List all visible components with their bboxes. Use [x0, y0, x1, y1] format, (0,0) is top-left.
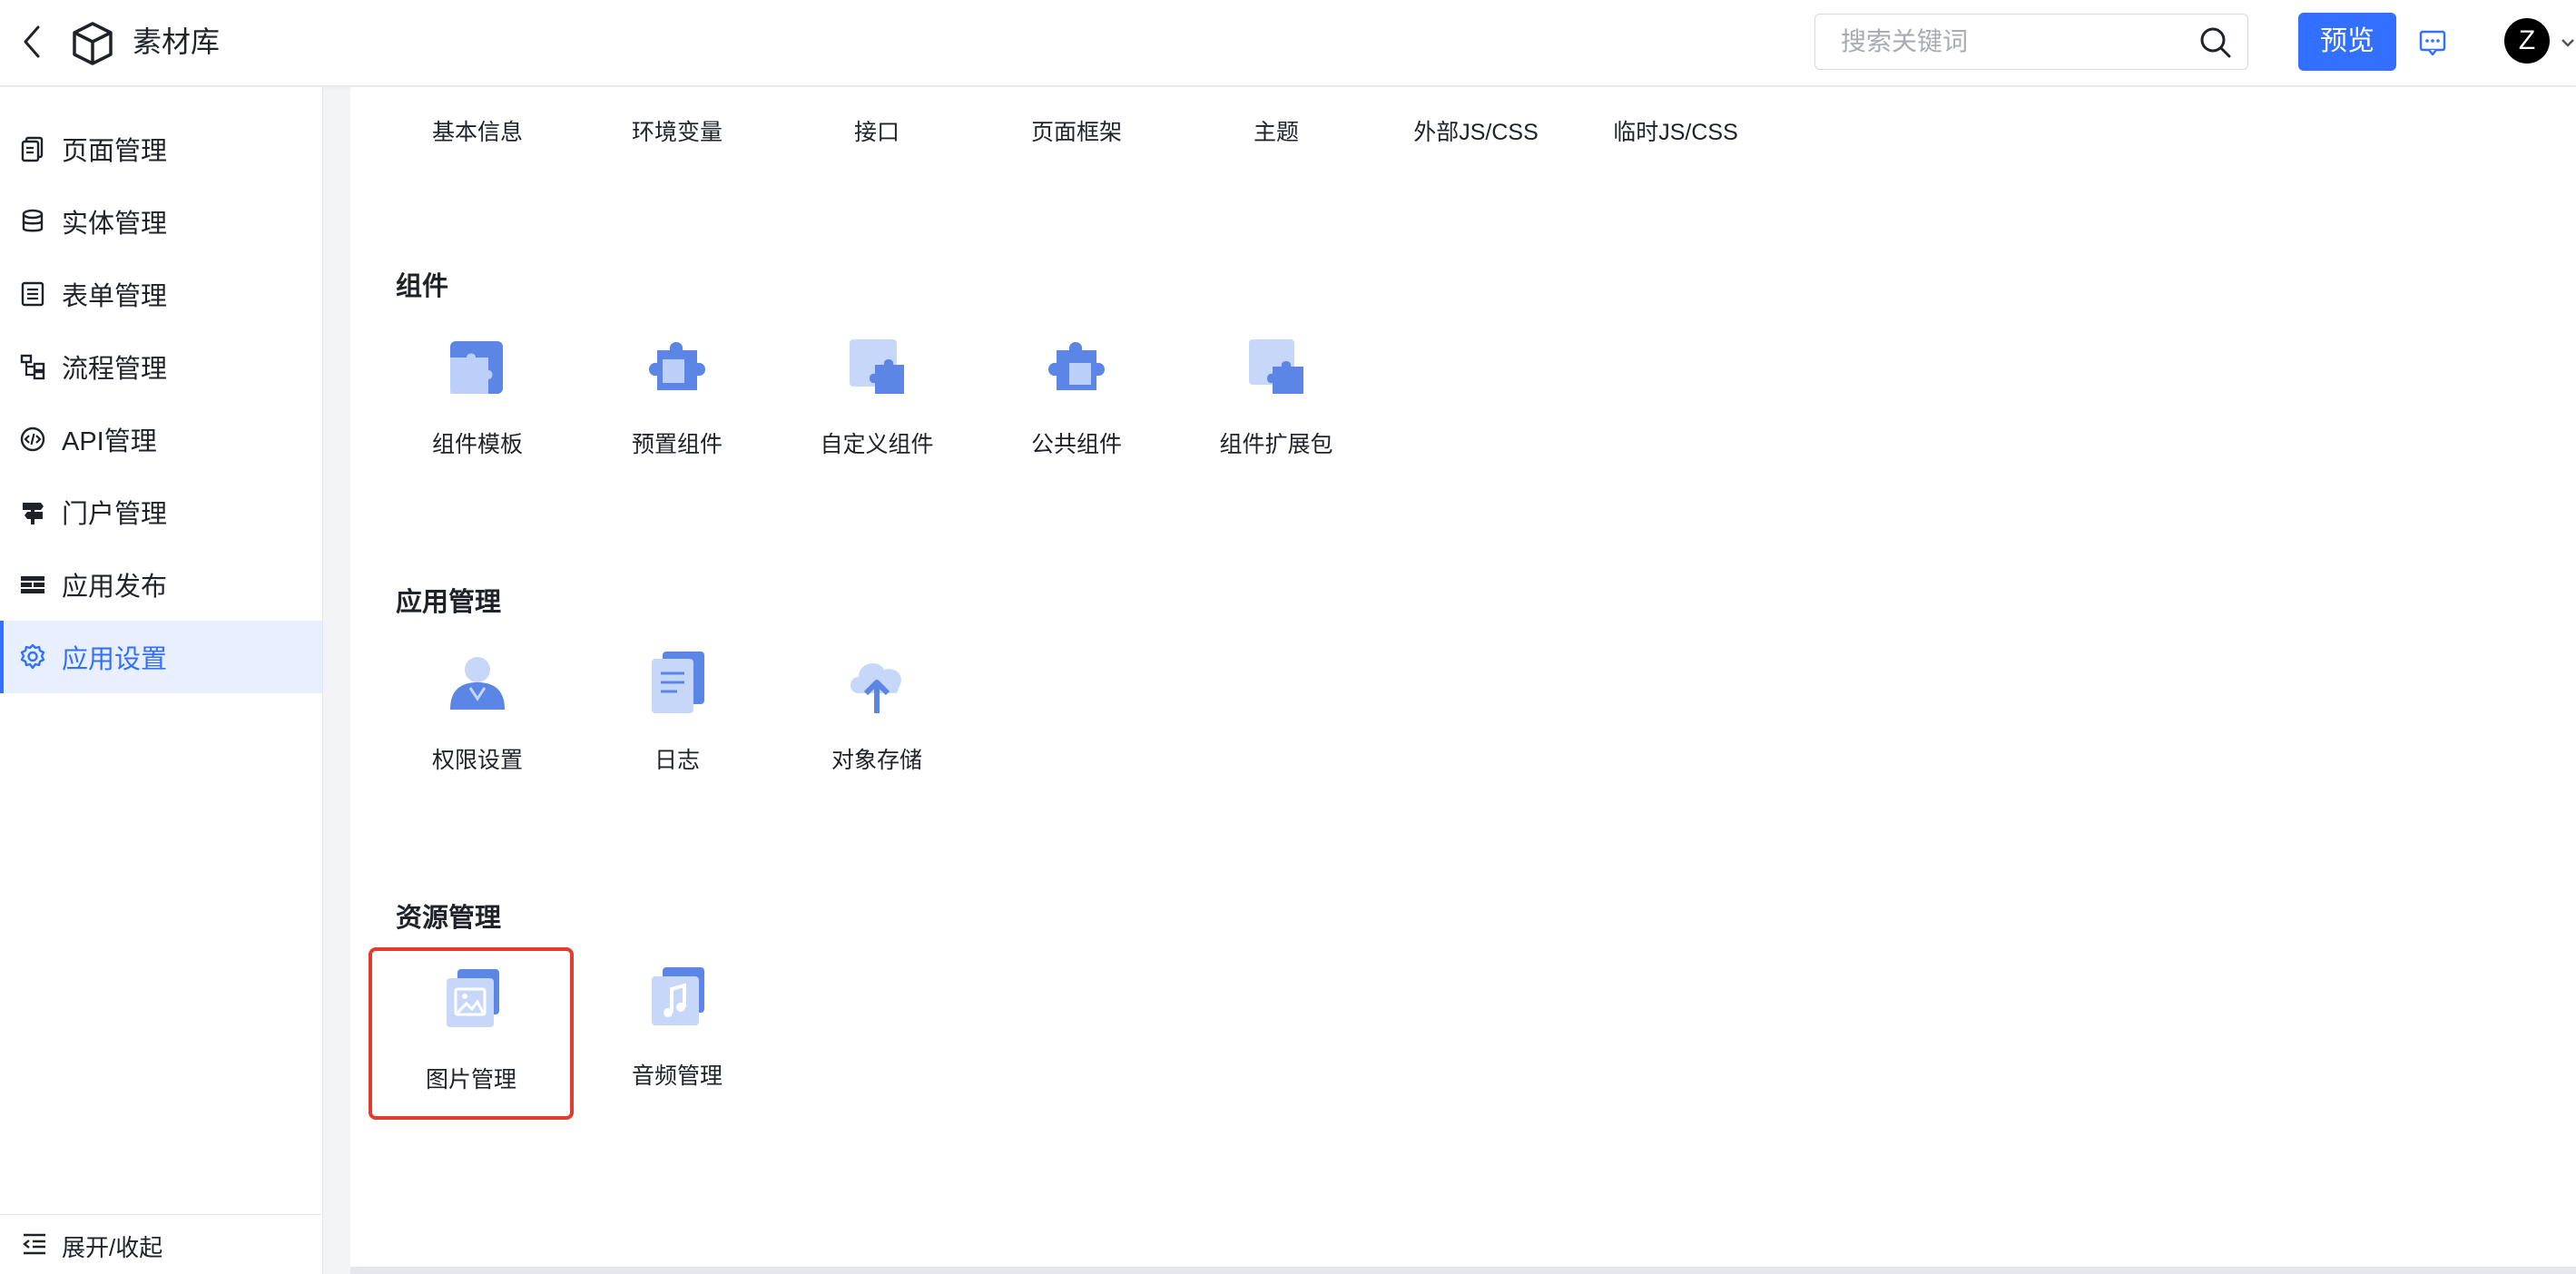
user-permission-icon — [450, 657, 505, 710]
tile-preset-component[interactable]: 预置组件 — [577, 328, 777, 483]
flow-icon — [20, 354, 45, 380]
puzzle-template-icon — [450, 341, 503, 394]
sidebar-item-entities[interactable]: 实体管理 — [0, 185, 322, 258]
sidebar-item-label: 流程管理 — [62, 355, 168, 384]
tile-label: 音频管理 — [631, 1063, 723, 1089]
chevron-down-icon[interactable] — [2560, 36, 2576, 49]
sidebar-item-label: 应用设置 — [62, 645, 168, 674]
sidebar-item-portal[interactable]: 门户管理 — [0, 475, 322, 548]
link-interfaces[interactable]: 接口 — [777, 114, 977, 147]
puzzle-public-icon — [1048, 342, 1105, 390]
sidebar-item-flows[interactable]: 流程管理 — [0, 330, 322, 403]
section-title-app-management: 应用管理 — [396, 588, 502, 617]
preview-button[interactable]: 预览 — [2298, 13, 2396, 71]
settings-link-row: 基本信息 环境变量 接口 页面框架 主题 外部JS/CSS 临时JS/CSS — [350, 87, 2576, 178]
cloud-upload-icon — [850, 663, 901, 713]
section-title-resource-management: 资源管理 — [396, 904, 502, 933]
gear-icon — [20, 643, 45, 670]
user-avatar[interactable]: Z — [2504, 18, 2550, 64]
sidebar-item-pages[interactable]: 页面管理 — [0, 113, 322, 185]
back-arrow-icon[interactable] — [16, 22, 49, 62]
tile-label: 组件扩展包 — [1219, 432, 1333, 457]
top-header: 素材库 预览 Z — [0, 0, 2576, 86]
sidebar-item-api[interactable]: API管理 — [0, 403, 322, 475]
tile-label: 对象存储 — [831, 748, 922, 773]
horizontal-scrollbar[interactable] — [350, 1267, 2576, 1274]
tile-label: 权限设置 — [431, 748, 523, 773]
puzzle-custom-icon — [850, 339, 904, 394]
tile-public-component[interactable]: 公共组件 — [977, 328, 1176, 483]
sidebar-item-label: 表单管理 — [62, 282, 168, 311]
signpost-icon — [23, 503, 44, 524]
link-basic-info[interactable]: 基本信息 — [378, 114, 577, 147]
puzzle-extension-icon — [1249, 339, 1303, 394]
tile-label: 公共组件 — [1030, 432, 1122, 457]
sidebar-item-label: 门户管理 — [62, 500, 168, 529]
link-page-frame[interactable]: 页面框架 — [977, 114, 1176, 147]
link-theme[interactable]: 主题 — [1176, 114, 1376, 147]
publish-icon — [21, 576, 44, 593]
tile-object-storage[interactable]: 对象存储 — [777, 644, 977, 799]
sidebar-item-label: 页面管理 — [62, 137, 168, 166]
sidebar: 页面管理 实体管理 表单管理 流程管理 API管理 门户管理 应用发布 应用设置… — [0, 87, 323, 1274]
search-icon[interactable] — [2198, 25, 2233, 60]
sidebar-item-label: 应用发布 — [62, 573, 168, 602]
search-box[interactable] — [1814, 14, 2248, 70]
sidebar-item-publish[interactable]: 应用发布 — [0, 548, 322, 621]
tile-image-management[interactable]: 图片管理 — [369, 947, 574, 1120]
app-title: 素材库 — [133, 25, 221, 58]
tile-label: 图片管理 — [425, 1067, 516, 1093]
message-icon[interactable] — [2418, 28, 2447, 57]
music-note-icon — [652, 967, 704, 1025]
section-title-components: 组件 — [396, 272, 449, 301]
sidebar-item-label: API管理 — [62, 427, 157, 456]
link-external-js-css[interactable]: 外部JS/CSS — [1376, 114, 1576, 147]
sidebar-item-label: 实体管理 — [62, 210, 168, 239]
tile-component-extension[interactable]: 组件扩展包 — [1176, 328, 1376, 483]
tile-logs[interactable]: 日志 — [577, 644, 777, 799]
puzzle-piece-icon — [649, 342, 705, 390]
link-temp-js-css[interactable]: 临时JS/CSS — [1576, 114, 1775, 147]
image-gallery-icon — [447, 969, 499, 1027]
tile-custom-component[interactable]: 自定义组件 — [777, 328, 977, 483]
sidebar-collapse-toggle[interactable]: 展开/收起 — [0, 1214, 322, 1274]
cube-logo-icon — [73, 22, 113, 65]
log-document-icon — [652, 652, 704, 713]
tile-component-template[interactable]: 组件模板 — [378, 328, 577, 483]
tile-permission-settings[interactable]: 权限设置 — [378, 644, 577, 799]
collapse-icon — [23, 1233, 45, 1255]
tile-label: 日志 — [654, 748, 700, 773]
pages-icon — [21, 136, 44, 162]
sidebar-item-forms[interactable]: 表单管理 — [0, 258, 322, 330]
api-icon — [20, 426, 45, 452]
search-input[interactable] — [1841, 15, 2195, 69]
main-content: 基本信息 环境变量 接口 页面框架 主题 外部JS/CSS 临时JS/CSS 组… — [350, 87, 2576, 1267]
sidebar-footer-label: 展开/收起 — [62, 1234, 163, 1261]
form-icon — [21, 281, 44, 307]
sidebar-item-app-settings[interactable]: 应用设置 — [0, 621, 322, 693]
link-env-vars[interactable]: 环境变量 — [577, 114, 777, 147]
database-icon — [22, 209, 44, 232]
tile-label: 自定义组件 — [820, 432, 934, 457]
tile-audio-management[interactable]: 音频管理 — [577, 960, 777, 1114]
tile-label: 组件模板 — [431, 432, 523, 457]
tile-label: 预置组件 — [631, 432, 723, 457]
